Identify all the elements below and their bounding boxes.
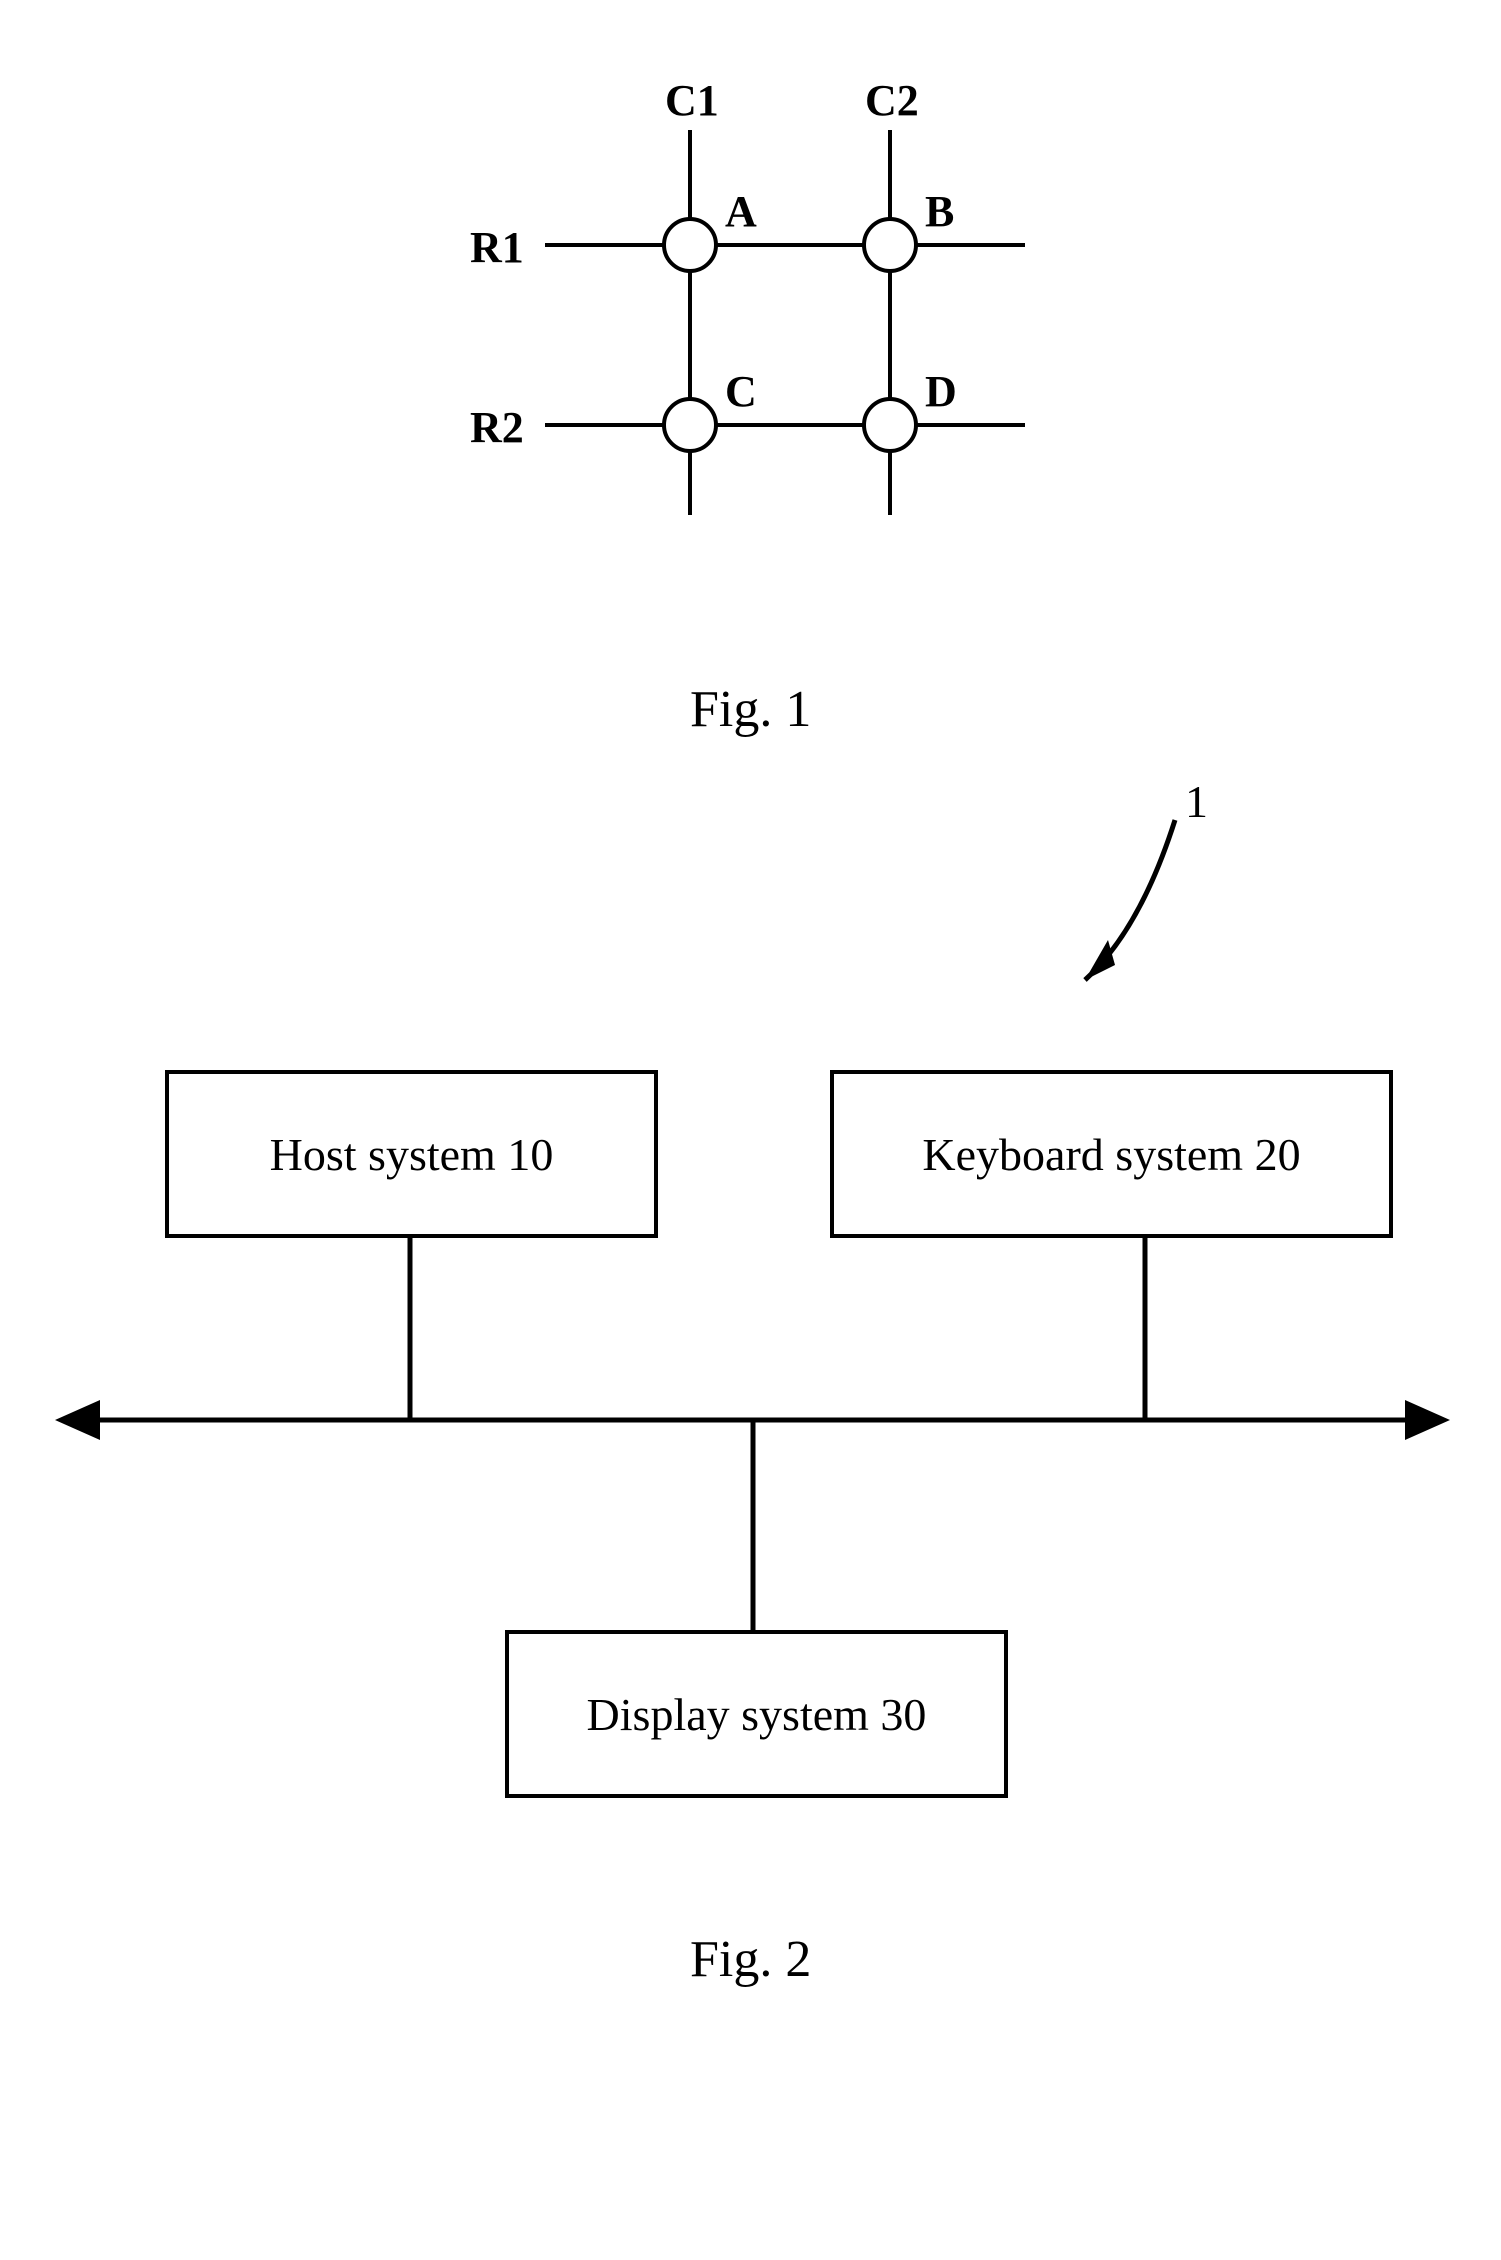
- fig2-bus: [0, 0, 1501, 2260]
- fig2-caption: Fig. 2: [690, 1930, 811, 1989]
